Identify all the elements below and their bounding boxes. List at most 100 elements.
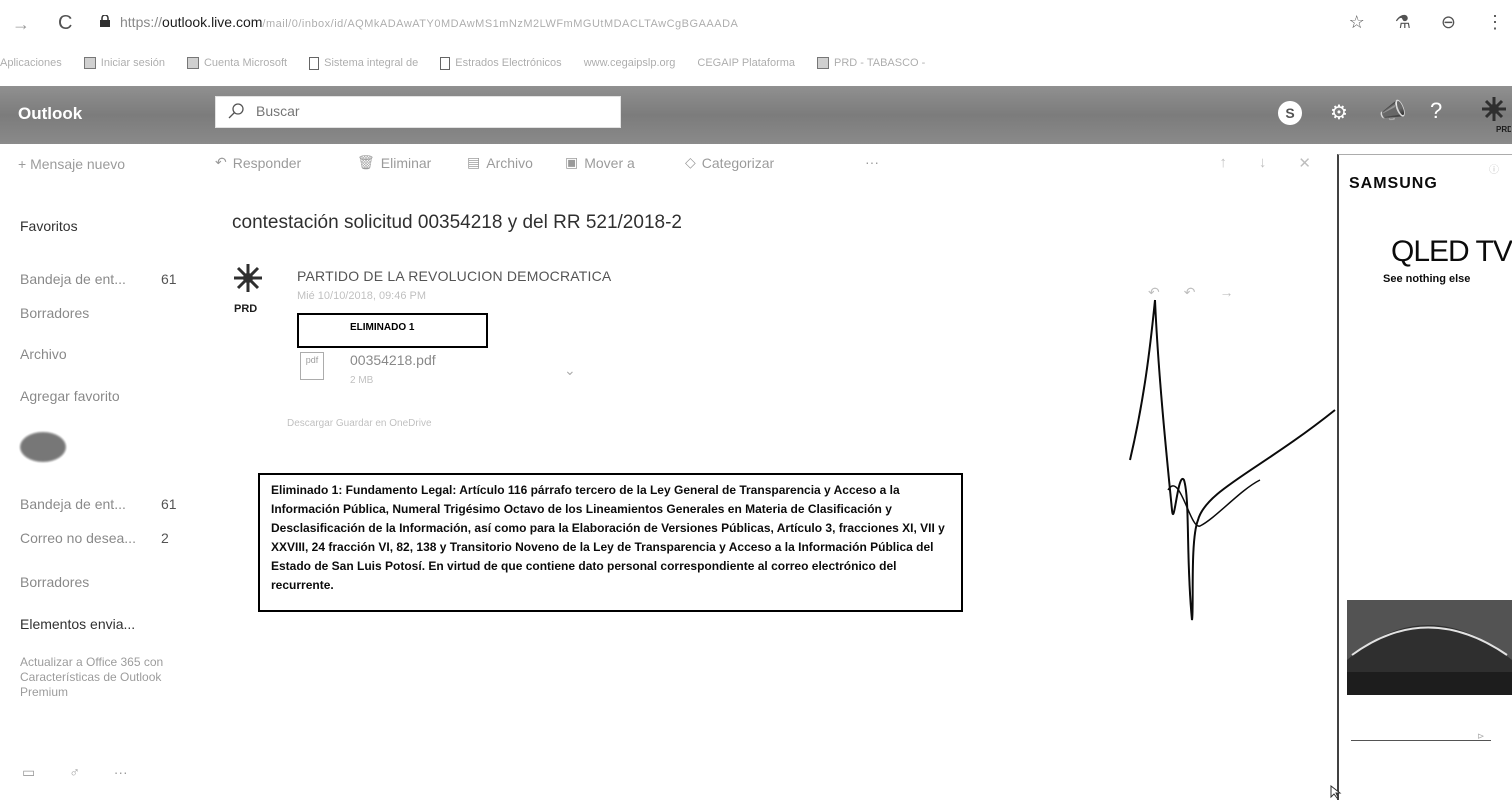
archive-icon: ▤ bbox=[467, 154, 481, 170]
lock-icon bbox=[100, 15, 110, 27]
archive-label: Archivo bbox=[486, 154, 533, 171]
grid-icon bbox=[83, 57, 96, 69]
new-message-button[interactable]: + Mensaje nuevo bbox=[18, 156, 125, 172]
gear-icon[interactable]: ⚙ bbox=[1330, 100, 1348, 125]
bookmark-cuenta-microsoft[interactable]: Cuenta Microsoft bbox=[186, 57, 288, 69]
upgrade-office-link[interactable]: Actualizar a Office 365 con Característi… bbox=[20, 655, 170, 700]
profile-icon[interactable]: ⊖ bbox=[1441, 12, 1456, 33]
folder-inbox[interactable]: Bandeja de ent... 61 bbox=[20, 496, 185, 512]
folder-label: Correo no desea... bbox=[20, 530, 136, 546]
reply-label: Responder bbox=[232, 154, 302, 171]
close-icon[interactable]: ✕ bbox=[1298, 154, 1311, 172]
grid-icon bbox=[186, 57, 199, 69]
document-icon bbox=[309, 56, 320, 70]
bookmark-label: Iniciar sesión bbox=[100, 57, 165, 69]
bookmark-sistema-integral[interactable]: Sistema integral de bbox=[309, 56, 419, 70]
delete-label: Eliminar bbox=[380, 154, 432, 171]
favorite-inbox[interactable]: Bandeja de ent... 61 bbox=[20, 271, 185, 287]
mouse-cursor-icon bbox=[1330, 785, 1342, 799]
unread-count: 61 bbox=[161, 496, 177, 512]
ad-footer-icon[interactable]: ⊳ bbox=[1477, 731, 1485, 742]
chevron-down-icon[interactable]: ⌄ bbox=[564, 362, 576, 379]
arrow-down-icon[interactable]: ↓ bbox=[1259, 154, 1267, 172]
folder-sent[interactable]: Elementos envia... bbox=[20, 616, 185, 632]
folder-label: Borradores bbox=[20, 305, 90, 321]
outlook-header: Outlook S ⚙ 📣 ? PRD bbox=[0, 86, 1512, 144]
extension-icon[interactable]: ⚗ bbox=[1395, 12, 1411, 33]
calendar-icon[interactable]: ▭ bbox=[22, 764, 35, 781]
bookmark-label: Cuenta Microsoft bbox=[203, 57, 288, 69]
url-text[interactable]: https://outlook.live.com/mail/0/inbox/id… bbox=[120, 14, 1160, 30]
categorize-label: Categorizar bbox=[701, 154, 775, 171]
bookmark-label: Sistema integral de bbox=[324, 57, 419, 69]
avatar-label: PRD bbox=[1496, 125, 1511, 134]
folder-label: Archivo bbox=[20, 346, 67, 362]
archive-button[interactable]: ▤ Archivo bbox=[467, 154, 533, 171]
reply-button[interactable]: ↶ Responder bbox=[215, 154, 301, 171]
bookmark-label: www.cegaipslp.org bbox=[583, 57, 676, 69]
tag-icon: ◇ bbox=[685, 154, 696, 170]
favorite-drafts[interactable]: Borradores bbox=[20, 305, 185, 321]
ad-tv-image bbox=[1347, 600, 1512, 695]
bookmark-cegaip-site[interactable]: www.cegaipslp.org bbox=[584, 57, 676, 69]
star-icon[interactable]: ☆ bbox=[1349, 12, 1365, 33]
url-host: outlook.live.com bbox=[162, 14, 263, 30]
advertisement-pane[interactable]: ⓘ SAMSUNG QLED TV See nothing else ⊳ bbox=[1337, 154, 1512, 800]
more-icon[interactable]: ··· bbox=[114, 764, 128, 781]
folder-drafts[interactable]: Borradores bbox=[20, 574, 185, 590]
sender-logo: PRD bbox=[234, 264, 262, 314]
more-actions-button[interactable]: ··· bbox=[865, 154, 879, 170]
bookmark-iniciar-sesion[interactable]: Iniciar sesión bbox=[83, 57, 165, 69]
attachment-links[interactable]: Descargar Guardar en OneDrive bbox=[287, 418, 432, 429]
ad-product: QLED TV bbox=[1391, 235, 1512, 268]
folder-label: Bandeja de ent... bbox=[20, 271, 126, 287]
handwritten-signature bbox=[1129, 299, 1336, 621]
message-date: Mié 10/10/2018, 09:46 PM bbox=[297, 290, 427, 302]
bookmark-apps[interactable]: Aplicaciones bbox=[0, 57, 62, 69]
ad-brand: SAMSUNG bbox=[1349, 175, 1438, 192]
bookmark-prd-tabasco[interactable]: PRD - TABASCO - bbox=[817, 57, 925, 69]
ad-close-icon[interactable]: ⓘ bbox=[1489, 161, 1499, 176]
sender-name[interactable]: PARTIDO DE LA REVOLUCION DEMOCRATICA bbox=[297, 268, 611, 284]
avatar[interactable]: PRD bbox=[1477, 94, 1511, 134]
favorite-archive[interactable]: Archivo bbox=[20, 346, 185, 362]
megaphone-icon[interactable]: 📣 bbox=[1379, 98, 1406, 124]
redaction-box: ELIMINADO 1 bbox=[297, 313, 488, 348]
search-icon bbox=[228, 103, 244, 119]
favorites-header[interactable]: Favoritos bbox=[20, 218, 78, 234]
left-navigation: + Mensaje nuevo Favoritos Bandeja de ent… bbox=[0, 150, 200, 800]
people-icon[interactable]: ♂ bbox=[69, 764, 80, 781]
outlook-brand[interactable]: Outlook bbox=[18, 104, 82, 124]
categorize-button[interactable]: ◇ Categorizar bbox=[685, 154, 774, 171]
new-message-label: Mensaje nuevo bbox=[30, 156, 126, 172]
redaction-label: ELIMINADO 1 bbox=[350, 322, 415, 333]
move-button[interactable]: ▣ Mover a bbox=[565, 154, 635, 171]
folder-junk[interactable]: Correo no desea... 2 bbox=[20, 530, 185, 546]
attachment-type: pdf bbox=[305, 355, 319, 365]
sender-logo-label: PRD bbox=[234, 303, 257, 314]
reload-icon[interactable]: C bbox=[58, 12, 72, 35]
add-favorite[interactable]: Agregar favorito bbox=[20, 388, 185, 404]
back-arrow-icon[interactable]: → bbox=[12, 14, 30, 35]
bookmark-cegaip-plataforma[interactable]: CEGAIP Plataforma bbox=[697, 57, 795, 69]
folder-label: Bandeja de ent... bbox=[20, 496, 126, 512]
bookmark-estrados[interactable]: Estrados Electrónicos bbox=[440, 56, 562, 70]
arrow-up-icon[interactable]: ↑ bbox=[1219, 154, 1227, 172]
menu-kebab-icon[interactable]: ⋮ bbox=[1486, 12, 1504, 33]
search-box[interactable] bbox=[215, 96, 621, 128]
bookmark-label: Aplicaciones bbox=[0, 57, 62, 69]
unread-count: 61 bbox=[161, 271, 177, 287]
reply-icon: ↶ bbox=[215, 154, 227, 170]
account-avatar[interactable] bbox=[20, 432, 66, 462]
message-toolbar: ↶ Responder 🗑 Eliminar ▤ Archivo ▣ Mover a ◇… bbox=[215, 154, 1325, 182]
attachment-name[interactable]: 00354218.pdf bbox=[350, 352, 436, 368]
ad-tagline: See nothing else bbox=[1383, 273, 1471, 285]
bookmark-label: CEGAIP Plataforma bbox=[697, 57, 796, 69]
legal-note-text: Eliminado 1: Fundamento Legal: Artículo … bbox=[271, 483, 945, 592]
navigation-arrows: ↑ ↓ ✕ bbox=[1219, 154, 1311, 172]
delete-button[interactable]: 🗑 Eliminar bbox=[357, 154, 431, 171]
help-icon[interactable]: ? bbox=[1430, 98, 1442, 124]
pdf-file-icon[interactable]: pdf bbox=[300, 352, 324, 380]
search-input[interactable] bbox=[256, 103, 606, 119]
skype-icon[interactable]: S bbox=[1278, 101, 1302, 125]
